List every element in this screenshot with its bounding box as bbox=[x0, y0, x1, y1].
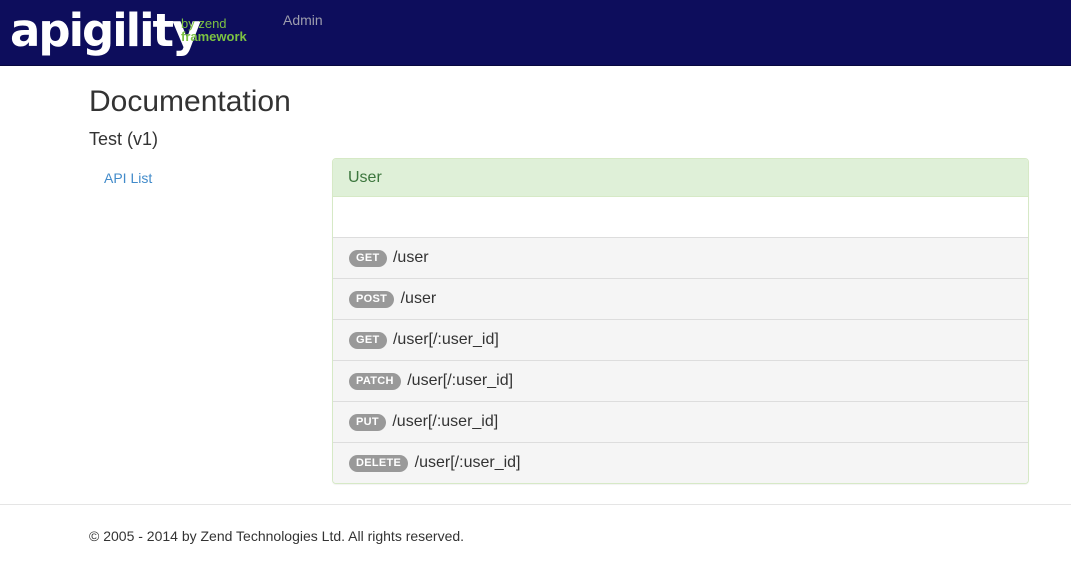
operation-path: /user[/:user_id] bbox=[392, 331, 499, 348]
footer-divider bbox=[0, 504, 1071, 505]
operation-row[interactable]: GET /user[/:user_id] bbox=[333, 319, 1028, 360]
operation-path: /user bbox=[400, 290, 437, 307]
api-version-title: Test (v1) bbox=[89, 129, 159, 149]
service-panel-heading: User bbox=[333, 159, 1028, 197]
service-panel: User GET /user POST /user GET /user[/:us… bbox=[332, 158, 1029, 484]
operation-row[interactable]: DELETE /user[/:user_id] bbox=[333, 442, 1028, 483]
http-method-badge: GET bbox=[349, 332, 387, 349]
logo-framework: framework bbox=[181, 29, 247, 44]
http-method-badge: POST bbox=[349, 291, 395, 308]
operation-row[interactable]: PUT /user[/:user_id] bbox=[333, 401, 1028, 442]
page-title: Documentation bbox=[89, 85, 291, 118]
operation-path: /user[/:user_id] bbox=[392, 413, 499, 430]
operation-row[interactable]: GET /user bbox=[333, 237, 1028, 278]
operation-path: /user bbox=[392, 249, 429, 266]
logo-wordmark: apigility bbox=[10, 4, 201, 57]
http-method-badge: PUT bbox=[349, 414, 386, 431]
http-method-badge: PATCH bbox=[349, 373, 401, 390]
http-method-badge: DELETE bbox=[349, 455, 409, 472]
operation-path: /user[/:user_id] bbox=[414, 454, 521, 471]
footer-copyright: © 2005 - 2014 by Zend Technologies Ltd. … bbox=[89, 528, 465, 544]
top-navbar: apigility by zend framework Admin bbox=[0, 0, 1071, 66]
sidebar-api-list-link[interactable]: API List bbox=[104, 169, 152, 187]
operation-path: /user[/:user_id] bbox=[407, 372, 514, 389]
operation-row[interactable]: PATCH /user[/:user_id] bbox=[333, 360, 1028, 401]
nav-admin-link[interactable]: Admin bbox=[283, 11, 323, 29]
operation-row[interactable]: POST /user bbox=[333, 278, 1028, 319]
http-method-badge: GET bbox=[349, 250, 387, 267]
service-panel-body bbox=[333, 197, 1028, 237]
